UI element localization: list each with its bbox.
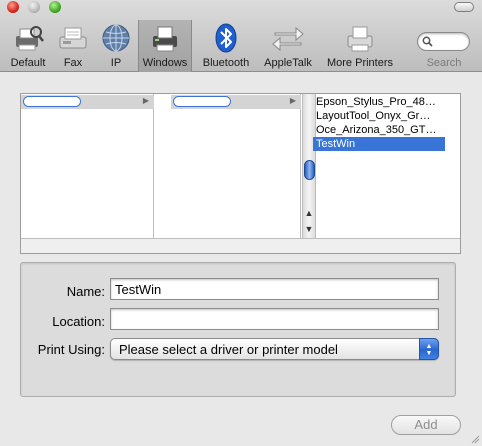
toolbar-default-label: Default [10,57,46,69]
location-field[interactable] [110,308,439,330]
close-window-button[interactable] [7,1,19,13]
resize-grip-icon[interactable] [470,434,480,444]
browser-column-1[interactable]: ▶ [21,94,154,239]
name-label: Name: [66,284,105,299]
print-using-value: Please select a driver or printer model [119,342,338,357]
windows-printer-icon [153,26,177,52]
list-item[interactable]: Oce_Arizona_350_GT… [313,123,445,137]
toolbar-ip-label: IP [110,57,122,69]
print-using-label: Print Using: [37,342,105,357]
toolbar-default-button[interactable]: Default [6,20,50,72]
appletalk-arrows-icon [272,26,304,52]
toolbar-ip-button[interactable]: IP [98,20,134,72]
search-label: Search [426,57,462,69]
fax-icon [59,27,87,49]
list-item[interactable]: LayoutTool_Onyx_Gr… [313,109,445,123]
toolbar-windows-label: Windows [142,57,188,69]
ip-globe-icon [102,24,130,52]
toolbar-appletalk-label: AppleTalk [264,57,312,69]
toolbar-toggle-button[interactable] [454,2,474,12]
search-icon [422,36,433,47]
list-item[interactable]: Epson_Stylus_Pro_48… [313,95,445,109]
toolbar-bluetooth-label: Bluetooth [202,57,250,69]
print-using-select[interactable]: Please select a driver or printer model … [110,338,439,360]
bluetooth-icon [215,23,237,53]
printer-browser: ▶ ▶ ▲ ▼ Epson_Stylus_Pro_48… LayoutTool_… [20,93,461,254]
toolbar-fax-label: Fax [63,57,83,69]
column-2-entry[interactable] [173,96,231,107]
toolbar-bluetooth-button[interactable]: Bluetooth [198,20,254,72]
toolbar-more-printers-button[interactable]: More Printers [322,20,398,72]
printer-details-group: Name: Location: Print Using: Please sele… [20,262,456,397]
default-printer-icon [16,26,44,51]
search-field[interactable] [417,32,470,51]
toolbar-fax-button[interactable]: Fax [54,20,92,72]
name-field[interactable] [110,278,439,300]
toolbar-more-printers-label: More Printers [326,57,394,69]
column-1-disclosure-icon: ▶ [142,96,149,105]
column-1-entry[interactable] [23,96,81,107]
add-button[interactable]: Add [391,415,461,435]
popup-arrows-icon: ▲ ▼ [419,338,439,360]
zoom-window-button[interactable] [49,1,61,13]
column-divider [155,94,171,239]
window-toolbar: Default Fax IP Windows Bluetooth AppleTa… [0,0,482,72]
toolbar-windows-button[interactable]: Windows [138,20,192,72]
location-label: Location: [52,314,105,329]
minimize-window-button[interactable] [28,1,40,13]
browser-horizontal-scrollbar[interactable] [21,238,460,253]
column-2-disclosure-icon: ▶ [289,96,296,105]
browser-column-2[interactable]: ▶ [171,94,301,239]
more-printers-icon [347,26,373,52]
toolbar-appletalk-button[interactable]: AppleTalk [258,20,318,72]
list-item-selected[interactable]: TestWin [313,137,445,151]
search-input[interactable] [436,35,466,48]
printer-list: Epson_Stylus_Pro_48… LayoutTool_Onyx_Gr…… [313,94,445,239]
